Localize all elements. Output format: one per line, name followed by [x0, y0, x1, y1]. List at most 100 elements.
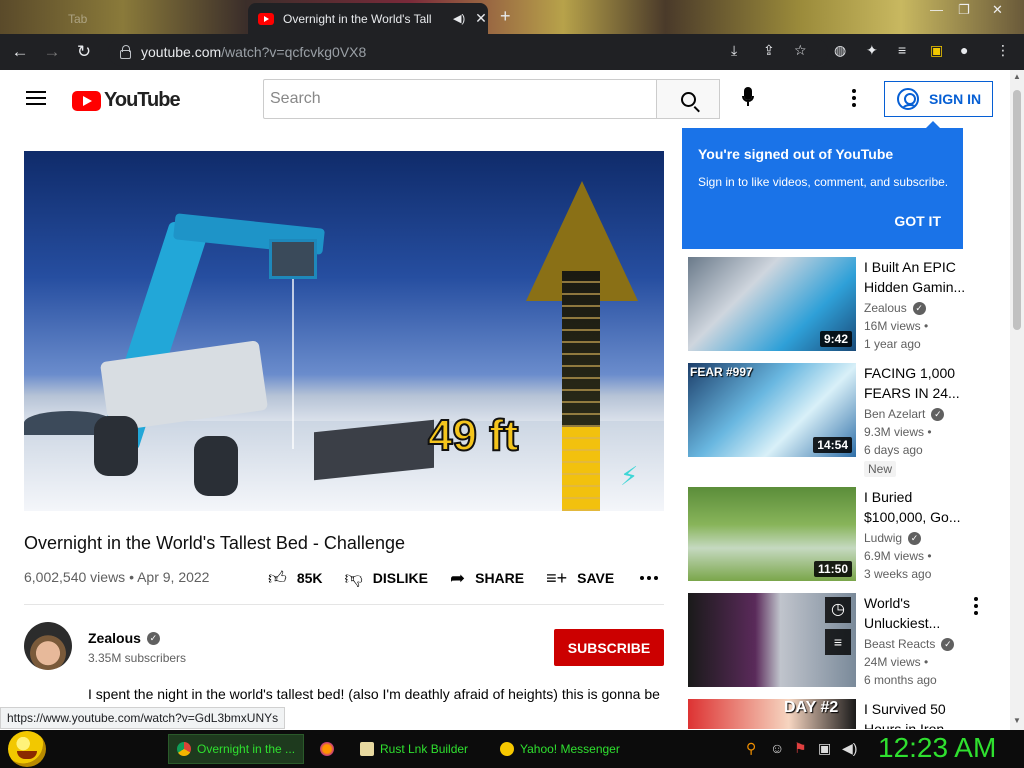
- subscribe-button[interactable]: SUBSCRIBE: [554, 629, 664, 666]
- messenger-tray-icon[interactable]: ☺: [770, 740, 784, 756]
- sign-in-label: SIGN IN: [929, 91, 982, 107]
- verified-check-icon: ✓: [146, 631, 160, 645]
- start-button[interactable]: [8, 731, 46, 767]
- recommendation-item[interactable]: 11:50 I Buried $100,000, Go... Ludwig ✓ 6…: [688, 487, 988, 583]
- tab-title: Overnight in the World's Tall: [283, 11, 432, 26]
- taskbar-item-label: Yahoo! Messenger: [520, 742, 620, 756]
- scroll-thumb[interactable]: [1013, 90, 1021, 330]
- dislike-button[interactable]: 👎︎ DISLIKE: [345, 567, 429, 589]
- install-icon[interactable]: ⤓: [731, 42, 737, 59]
- network-tray-icon[interactable]: ▣: [818, 740, 831, 757]
- like-button[interactable]: 👍︎ 85K: [268, 567, 323, 589]
- recommendation-channel[interactable]: Ben Azelart ✓: [864, 407, 945, 421]
- video-thumbnail[interactable]: FEAR #997 14:54: [688, 363, 856, 457]
- recommendation-title[interactable]: I Survived 50 Hours in Iron...: [864, 699, 968, 729]
- verified-check-icon: ✓: [908, 531, 922, 545]
- speaker-icon[interactable]: ◀): [453, 12, 465, 25]
- close-tab-icon[interactable]: ✕: [475, 10, 487, 27]
- volume-tray-icon[interactable]: ◀): [842, 740, 857, 757]
- thumbs-down-icon: 👎︎: [344, 568, 363, 588]
- scroll-down-icon[interactable]: ▼: [1013, 716, 1021, 725]
- recommendation-channel[interactable]: Zealous ✓: [864, 301, 926, 315]
- video-thumbnail[interactable]: 9:42: [688, 257, 856, 351]
- url-path: /watch?v=qcfcvkg0VX8: [221, 44, 367, 60]
- video-thumbnail[interactable]: 11:50: [688, 487, 856, 581]
- channel-name[interactable]: Zealous ✓: [88, 630, 160, 646]
- channel-avatar[interactable]: [24, 622, 72, 670]
- share-page-icon[interactable]: ⇪: [763, 42, 775, 59]
- got-it-button[interactable]: GOT IT: [894, 213, 941, 229]
- account-icon[interactable]: ●: [960, 42, 968, 58]
- browser-tabstrip: Tab Overnight in the World's Tall ◀) ✕ +…: [0, 0, 1024, 34]
- recommendation-channel[interactable]: Ludwig ✓: [864, 531, 922, 545]
- page-scrollbar[interactable]: ▲ ▼: [1010, 70, 1024, 730]
- video-title: Overnight in the World's Tallest Bed - C…: [24, 533, 405, 553]
- share-arrow-icon: ➦: [450, 567, 466, 588]
- search-icon[interactable]: ⚲: [746, 740, 756, 757]
- search-button[interactable]: [656, 79, 720, 119]
- youtube-logo[interactable]: YouTube: [72, 89, 181, 112]
- recommendation-age: 3 weeks ago: [864, 567, 932, 581]
- sign-in-button[interactable]: SIGN IN: [884, 81, 993, 117]
- recommendation-item[interactable]: FEAR #997 14:54 FACING 1,000 FEARS IN 24…: [688, 363, 988, 477]
- recommendation-title[interactable]: I Built An EPIC Hidden Gamin...: [864, 257, 968, 297]
- voice-search-icon[interactable]: [739, 87, 757, 113]
- side-panel-icon[interactable]: ▣: [930, 42, 943, 59]
- youtube-favicon-icon: [258, 12, 274, 25]
- address-bar[interactable]: youtube.com/watch?v=qcfcvkg0VX8: [108, 38, 828, 66]
- watch-later-icon[interactable]: ◷: [825, 597, 851, 623]
- taskbar-item-chrome[interactable]: Overnight in the ...: [168, 734, 304, 764]
- taskbar-item-label: Rust Lnk Builder: [380, 742, 469, 756]
- bookmark-star-icon[interactable]: ☆: [794, 42, 807, 59]
- scroll-up-icon[interactable]: ▲: [1013, 72, 1021, 81]
- extensions-icon[interactable]: ✦: [866, 42, 878, 59]
- new-tab-icon[interactable]: +: [500, 6, 511, 27]
- reload-icon[interactable]: ↻: [72, 42, 96, 62]
- channel-watermark-icon[interactable]: ⚡: [620, 461, 638, 492]
- taskbar-item-rust[interactable]: Rust Lnk Builder: [352, 734, 486, 764]
- taskbar: Overnight in the ... Rust Lnk Builder Ya…: [0, 730, 1024, 768]
- video-thumbnail[interactable]: ◷ ≡: [688, 593, 856, 687]
- taskbar-item-yahoo[interactable]: Yahoo! Messenger: [492, 734, 632, 764]
- chrome-menu-icon[interactable]: ⋮: [996, 42, 1010, 59]
- back-arrow-icon[interactable]: ←: [8, 42, 32, 62]
- playlist-add-icon: ≡+: [546, 567, 568, 588]
- browser-tab-active[interactable]: Overnight in the World's Tall ◀) ✕: [248, 3, 488, 34]
- add-to-queue-icon[interactable]: ≡: [825, 629, 851, 655]
- forward-arrow-icon[interactable]: →: [40, 42, 64, 62]
- video-duration: 9:42: [819, 331, 852, 347]
- recommendation-item[interactable]: 9:42 I Built An EPIC Hidden Gamin... Zea…: [688, 257, 988, 353]
- search-input[interactable]: [263, 79, 657, 119]
- recommendation-item[interactable]: ◷ ≡ World's Unluckiest... Beast Reacts ✓ …: [688, 593, 988, 689]
- channel-name-text: Ludwig: [864, 531, 903, 545]
- share-button[interactable]: ➦ SHARE: [450, 568, 524, 589]
- flag-tray-icon[interactable]: ⚑: [794, 740, 807, 757]
- close-window-icon[interactable]: ✕: [992, 2, 1003, 18]
- recommendation-views: 6.9M views •: [864, 549, 932, 563]
- taskbar-item-label: Overnight in the ...: [197, 742, 296, 756]
- youtube-logo-text: YouTube: [104, 89, 181, 111]
- video-player[interactable]: 49 ft ⚡: [24, 151, 664, 511]
- status-url: https://www.youtube.com/watch?v=GdL3bmxU…: [0, 707, 286, 729]
- browser-tab-inactive[interactable]: Tab: [28, 4, 238, 32]
- taskbar-item-firefox[interactable]: [312, 734, 348, 764]
- recommendation-title[interactable]: FACING 1,000 FEARS IN 24...: [864, 363, 968, 403]
- taskbar-clock[interactable]: 12:23 AM: [878, 732, 996, 764]
- settings-menu-icon[interactable]: [852, 89, 856, 110]
- lock-icon[interactable]: [120, 44, 131, 59]
- more-options-icon[interactable]: [974, 597, 978, 618]
- recommendation-title[interactable]: I Buried $100,000, Go...: [864, 487, 968, 527]
- recommendation-channel[interactable]: Beast Reacts ✓: [864, 637, 955, 651]
- video-thumbnail[interactable]: DAY #2: [688, 699, 856, 729]
- channel-name-text: Zealous: [864, 301, 907, 315]
- more-actions-icon[interactable]: [640, 576, 659, 580]
- media-queue-icon[interactable]: ≡: [898, 42, 906, 58]
- save-button[interactable]: ≡+ SAVE: [546, 568, 614, 589]
- profile-flag-icon[interactable]: ◍: [834, 42, 846, 59]
- hamburger-menu-icon[interactable]: [26, 91, 46, 105]
- minimize-window-icon[interactable]: —: [930, 2, 943, 17]
- maximize-window-icon[interactable]: ❐: [958, 2, 970, 18]
- recommendation-title[interactable]: World's Unluckiest...: [864, 593, 968, 633]
- video-description[interactable]: I spent the night in the world's tallest…: [88, 686, 668, 702]
- recommendation-item[interactable]: DAY #2 I Survived 50 Hours in Iron...: [688, 699, 988, 729]
